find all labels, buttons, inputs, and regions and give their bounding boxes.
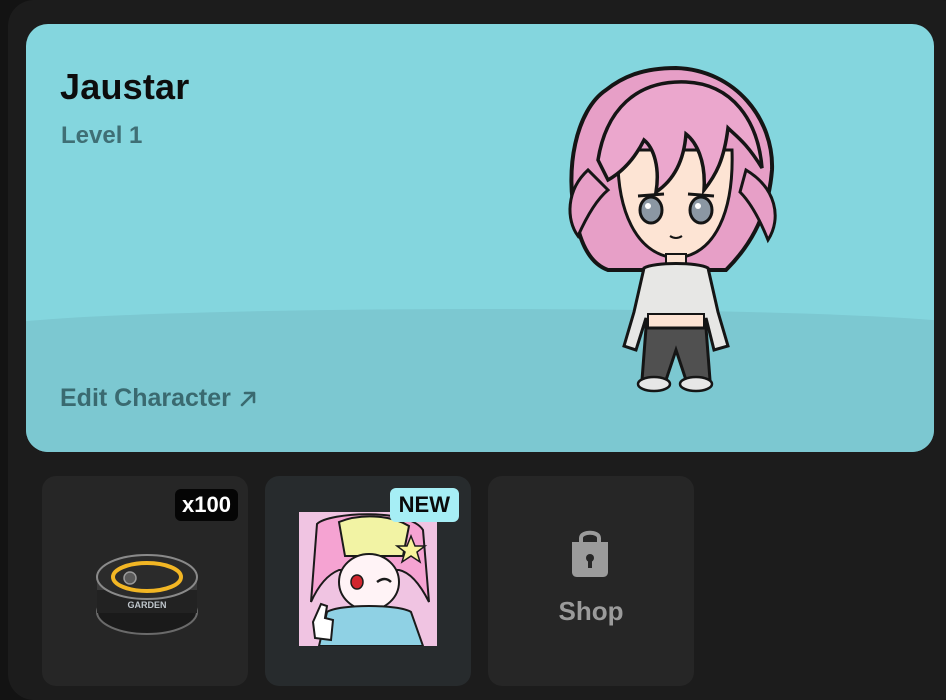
edit-character-link[interactable]: Edit Character	[60, 384, 259, 413]
character-level: Level 1	[61, 122, 143, 149]
shop-button[interactable]: Shop	[488, 476, 694, 686]
inventory-item-can[interactable]: GARDEN x100	[42, 476, 248, 686]
quantity-badge: x100	[175, 489, 238, 521]
new-badge: NEW	[389, 488, 459, 522]
character-avatar	[568, 65, 777, 393]
arrow-up-right-icon	[240, 391, 256, 406]
shopping-bag-icon	[572, 530, 608, 577]
inventory-item-sticker[interactable]: NEW	[265, 476, 471, 686]
svg-text:GARDEN: GARDEN	[127, 600, 166, 610]
character-card: Jaustar Level 1 Edit Character	[26, 24, 934, 452]
hero-ground	[26, 309, 934, 452]
character-name: Jaustar	[60, 66, 190, 107]
character-sticker-icon	[299, 512, 437, 646]
garden-can-icon: GARDEN	[96, 554, 198, 635]
shop-label: Shop	[558, 596, 624, 626]
edit-character-label: Edit Character	[60, 384, 231, 412]
